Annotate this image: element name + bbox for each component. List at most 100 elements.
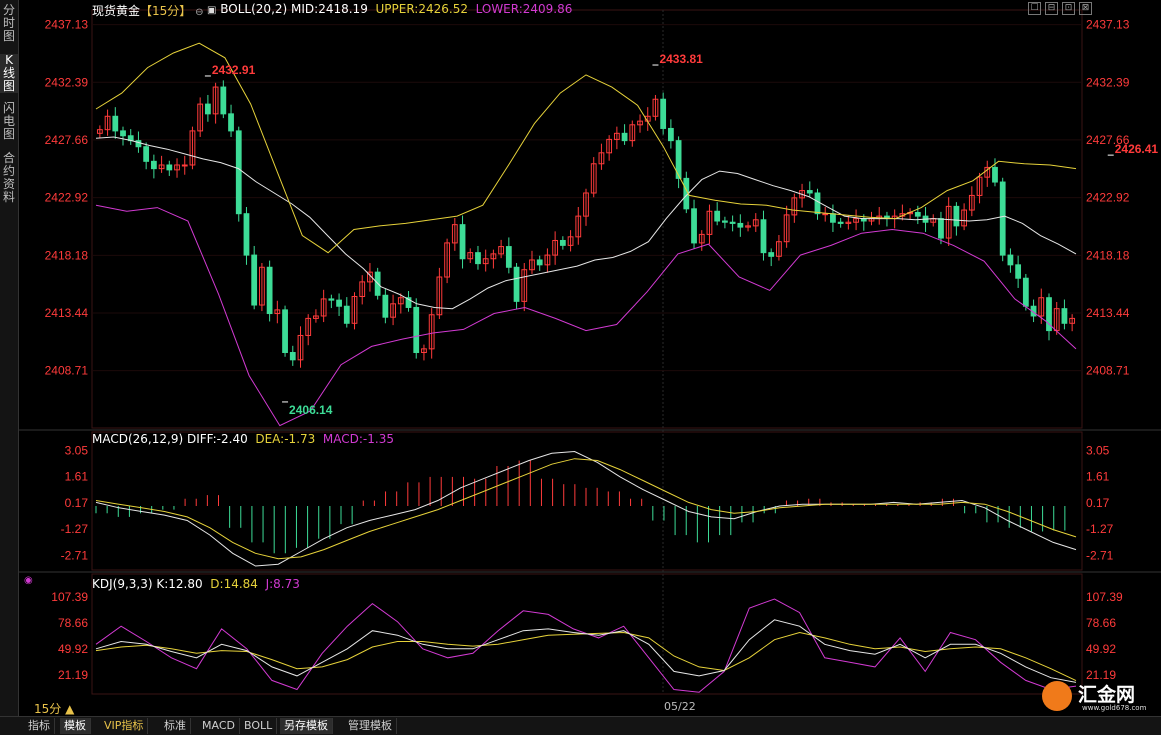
candle-body [1015,264,1022,279]
macd-diff-line [95,450,1077,567]
logo-url: www.gold678.com [1082,704,1147,712]
candle-body [413,306,420,354]
candle-body [282,309,288,354]
kdj-axis-label-left: 49.92 [58,642,88,656]
price-axis-label-left: 2413.44 [45,306,89,320]
kdj-settings-icon[interactable]: ◉ [24,575,33,586]
kdj-j: J:8.73 [265,577,300,591]
kdj-d: D:14.84 [210,577,258,591]
tab-indicators[interactable]: 指标 [24,718,55,734]
macd-dea-line [95,458,1077,560]
tab-standard[interactable]: 标准 [160,718,191,734]
candle-body [289,352,296,361]
candle-body [459,224,466,260]
macd-axis-label-left: -1.27 [61,522,89,536]
candle-body [559,239,566,246]
candle-body [266,266,273,315]
candle-body [1022,277,1029,307]
price-axis-label-right: 2432.39 [1086,75,1130,89]
logo: 汇金网 www.gold678.com [1038,678,1148,714]
macd-axis-label-right: 1.61 [1086,470,1110,484]
macd-axis-label-right: 0.17 [1086,496,1110,510]
tab-manage-template[interactable]: 管理模板 [344,718,397,734]
boll-upper: UPPER:2426.52 [375,2,468,16]
candle-body [667,127,674,142]
price-axis-label-right: 2437.13 [1086,18,1130,32]
candle-body [992,166,998,183]
candle-body [181,164,188,167]
indicator-settings-icon[interactable]: ⊖ [195,7,203,18]
candle-body [220,86,227,115]
price-axis-label-left: 2418.18 [45,248,89,262]
candle-body [536,259,543,266]
candle-body [505,246,512,268]
candle-body [228,113,234,132]
kdj-axis-label-right: 49.92 [1086,642,1116,656]
kdj-d-line [95,631,1077,682]
kdj-axis-label-right: 78.66 [1086,616,1116,630]
tab-macd[interactable]: MACD [198,718,240,734]
candle-body [914,211,921,217]
logo-icon [1042,681,1072,711]
candle-body [251,254,258,306]
tab-save-template[interactable]: 另存模板 [280,718,333,734]
macd-label: MACD(26,12,9) [92,432,184,446]
period-selector[interactable]: 15分 ▲ [34,700,74,717]
macd-axis-label-left: 0.17 [65,496,89,510]
boll-lower-line [95,204,1077,427]
macd-header: MACD(26,12,9) DIFF:-2.40 DEA:-1.73 MACD:… [92,432,394,446]
extreme-price-label: 2426.41 [1115,142,1159,156]
chart-canvas[interactable]: 2437.13 2437.132432.39 2432.392427.66 2427.… [18,0,1161,716]
candle-body [691,208,697,244]
candle-body [938,218,944,239]
window-maximize-button[interactable]: ⊡ [1062,2,1075,15]
boll-mid: MID:2418.19 [291,2,368,16]
candle-body [768,252,775,257]
symbol-name: 现货黄金 [92,4,141,18]
macd-value: MACD:-1.35 [322,432,394,446]
price-axis-label-right: 2418.18 [1086,248,1130,262]
candle-body [830,213,836,223]
tab-template[interactable]: 模板 [60,718,91,734]
kdj-axis-label-left: 107.39 [51,590,88,604]
candle-body [621,132,628,142]
candle-body [343,305,350,324]
tab-kline[interactable]: K 线 图 [0,54,18,93]
extreme-price-label: 2433.81 [659,52,703,66]
price-axis-label-right: 2408.71 [1086,364,1130,378]
candle-body [120,130,126,137]
boll-lower: LOWER:2409.86 [475,2,573,16]
kdj-j-line [95,598,1077,693]
extreme-price-label: 2432.91 [212,63,256,77]
candle-body [1061,308,1068,324]
price-axis-label-left: 2408.71 [45,364,89,378]
candle-body [660,98,667,129]
tab-timeshare[interactable]: 分 时 图 [0,4,18,43]
candle-body [806,190,813,194]
candle-body [166,164,173,171]
kdj-header: KDJ(9,3,3) K:12.80 D:14.84 J:8.73 [92,577,300,591]
tab-boll[interactable]: BOLL [240,718,278,734]
window-close-button[interactable]: ⊠ [1079,2,1092,15]
candle-body [737,222,744,228]
price-axis-label-right: 2413.44 [1086,306,1130,320]
candle-body [822,213,829,216]
candle-body [760,219,767,254]
window-layout-button[interactable]: ⊟ [1045,2,1058,15]
logo-text: 汇金网 [1078,684,1136,706]
candle-body [336,299,342,307]
tab-vip-indicators[interactable]: VIP指标 [100,718,149,734]
candle-body [243,213,250,256]
window-restore-button[interactable]: ☐ [1028,2,1041,15]
tab-flash-chart[interactable]: 闪 电 图 [0,102,18,141]
kdj-k: K:12.80 [156,577,203,591]
boll-header: ▣ BOLL(20,2) MID:2418.19 UPPER:2426.52 L… [207,2,572,16]
macd-diff: DIFF:-2.40 [186,432,248,446]
tab-contract-info[interactable]: 合 约 资 料 [0,152,18,204]
macd-axis-label-right: -1.27 [1086,522,1114,536]
price-axis-label-left: 2432.39 [45,75,89,89]
boll-icon[interactable]: ▣ [207,5,216,16]
candle-body [1007,254,1014,266]
candle-body [112,115,119,132]
candle-body [204,103,211,115]
